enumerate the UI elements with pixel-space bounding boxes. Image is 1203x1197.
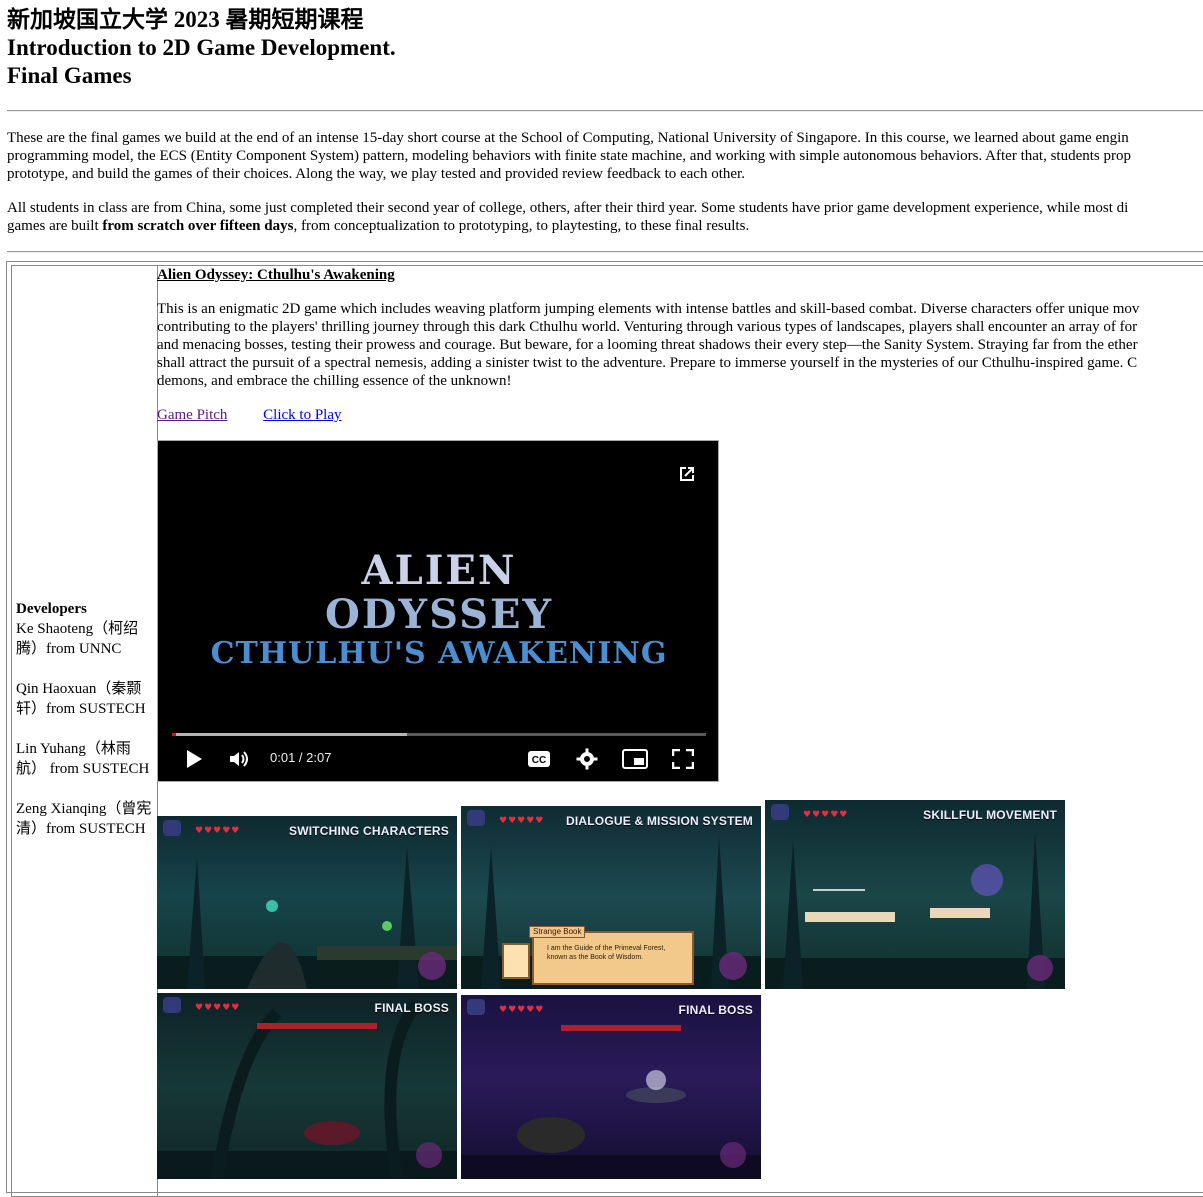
video-time: 0:01 / 2:07 xyxy=(270,750,332,765)
screenshot-skillful-movement: ♥♥♥♥♥ SKILLFUL MOVEMENT xyxy=(765,800,1065,989)
game-links: Game Pitch Click to Play xyxy=(157,406,342,424)
video-title-line-2: ODYSSEY xyxy=(324,591,554,638)
fullscreen-icon[interactable] xyxy=(671,748,695,774)
miniplayer-icon[interactable] xyxy=(622,749,648,774)
open-external-icon[interactable] xyxy=(676,463,698,490)
game-title: Alien Odyssey: Cthulhu's Awakening xyxy=(157,267,395,283)
developer-item: Zeng Xianqing（曾宪清）from SUSTECH xyxy=(16,801,152,837)
intro-p2-line2: games are built from scratch over fiftee… xyxy=(7,217,1203,235)
dialog-text: I am the Guide of the Primeval Forest, k… xyxy=(547,944,665,962)
settings-gear-icon[interactable] xyxy=(576,748,598,775)
intro-p2-line1: All students in class are from China, so… xyxy=(7,200,1129,216)
developers-title: Developers xyxy=(16,601,87,617)
developer-item: Ke Shaoteng（柯绍腾）from UNNC xyxy=(16,621,139,657)
video-player[interactable]: ALIEN ODYSSEY CTHULHU'S AWAKENING 0:01 /… xyxy=(157,440,719,782)
screenshot-caption: SKILLFUL MOVEMENT xyxy=(923,808,1057,822)
dialog-title: Strange Book xyxy=(529,926,586,938)
developer-item: Lin Yuhang（林雨航） from SUSTECH xyxy=(16,741,150,777)
video-title-line-1: ALIEN xyxy=(361,547,517,594)
divider-top xyxy=(7,110,1203,112)
screenshot-caption: FINAL BOSS xyxy=(678,1003,753,1017)
game-desc-line: demons, and embrace the chilling essence… xyxy=(157,373,512,389)
heading-line-2: Introduction to 2D Game Development. xyxy=(7,35,396,60)
svg-text:CC: CC xyxy=(532,755,546,766)
dialog-text-line: I am the Guide of the Primeval Forest, xyxy=(547,945,666,952)
video-progress-bar[interactable] xyxy=(172,733,706,736)
intro-p2-bold: from scratch over fifteen days xyxy=(102,218,294,234)
heading-line-3: Final Games xyxy=(7,63,132,88)
divider-table xyxy=(7,251,1203,253)
intro-p1-line1: These are the final games we build at th… xyxy=(7,130,1129,146)
intro-p1-line2: programming model, the ECS (Entity Compo… xyxy=(7,148,1131,164)
game-desc-line: This is an enigmatic 2D game which inclu… xyxy=(157,301,1140,317)
developers-cell: Developers Ke Shaoteng（柯绍腾）from UNNC Qin… xyxy=(11,265,158,1197)
dialog-text-line: known as the Book of Wisdom. xyxy=(547,954,644,961)
developers-list: Developers Ke Shaoteng（柯绍腾）from UNNC Qin… xyxy=(16,599,158,839)
screenshot-caption: FINAL BOSS xyxy=(374,1001,449,1015)
intro-paragraph-1: These are the final games we build at th… xyxy=(7,129,1203,183)
captions-icon[interactable]: CC xyxy=(527,750,551,773)
game-desc-line: and menacing bosses, testing their prowe… xyxy=(157,337,1138,353)
page-heading: 新加坡国立大学 2023 暑期短期课程 Introduction to 2D G… xyxy=(7,6,396,90)
play-icon[interactable] xyxy=(184,749,204,774)
click-to-play-link[interactable]: Click to Play xyxy=(263,407,341,423)
video-title-line-3: CTHULHU'S AWAKENING xyxy=(210,636,668,671)
game-desc-line: shall attract the pursuit of a spectral … xyxy=(157,355,1138,371)
intro-p2-pre: games are built xyxy=(7,218,103,234)
screenshot-caption: SWITCHING CHARACTERS xyxy=(289,824,449,838)
heading-line-1: 新加坡国立大学 2023 暑期短期课程 xyxy=(7,7,364,32)
intro-p2-post: , from conceptualization to prototyping,… xyxy=(293,218,750,234)
game-desc-line: contributing to the players' thrilling j… xyxy=(157,319,1138,335)
volume-icon[interactable] xyxy=(228,748,250,775)
screenshot-dialogue-mission: Strange Book I am the Guide of the Prime… xyxy=(461,806,761,989)
screenshot-final-boss-1: ♥♥♥♥♥ FINAL BOSS xyxy=(157,993,457,1179)
screenshot-caption: DIALOGUE & MISSION SYSTEM xyxy=(565,814,753,828)
game-description: This is an enigmatic 2D game which inclu… xyxy=(157,300,1203,390)
screenshot-switching-characters: ♥♥♥♥♥ SWITCHING CHARACTERS xyxy=(157,816,457,989)
intro-paragraph-2: All students in class are from China, so… xyxy=(7,199,1203,235)
intro-p1-line3: prototype, and build the games of their … xyxy=(7,166,745,182)
developer-item: Qin Haoxuan（秦颢轩）from SUSTECH xyxy=(16,681,146,717)
game-pitch-link[interactable]: Game Pitch xyxy=(157,407,227,423)
screenshot-final-boss-2: ♥♥♥♥♥ FINAL BOSS xyxy=(461,995,761,1179)
